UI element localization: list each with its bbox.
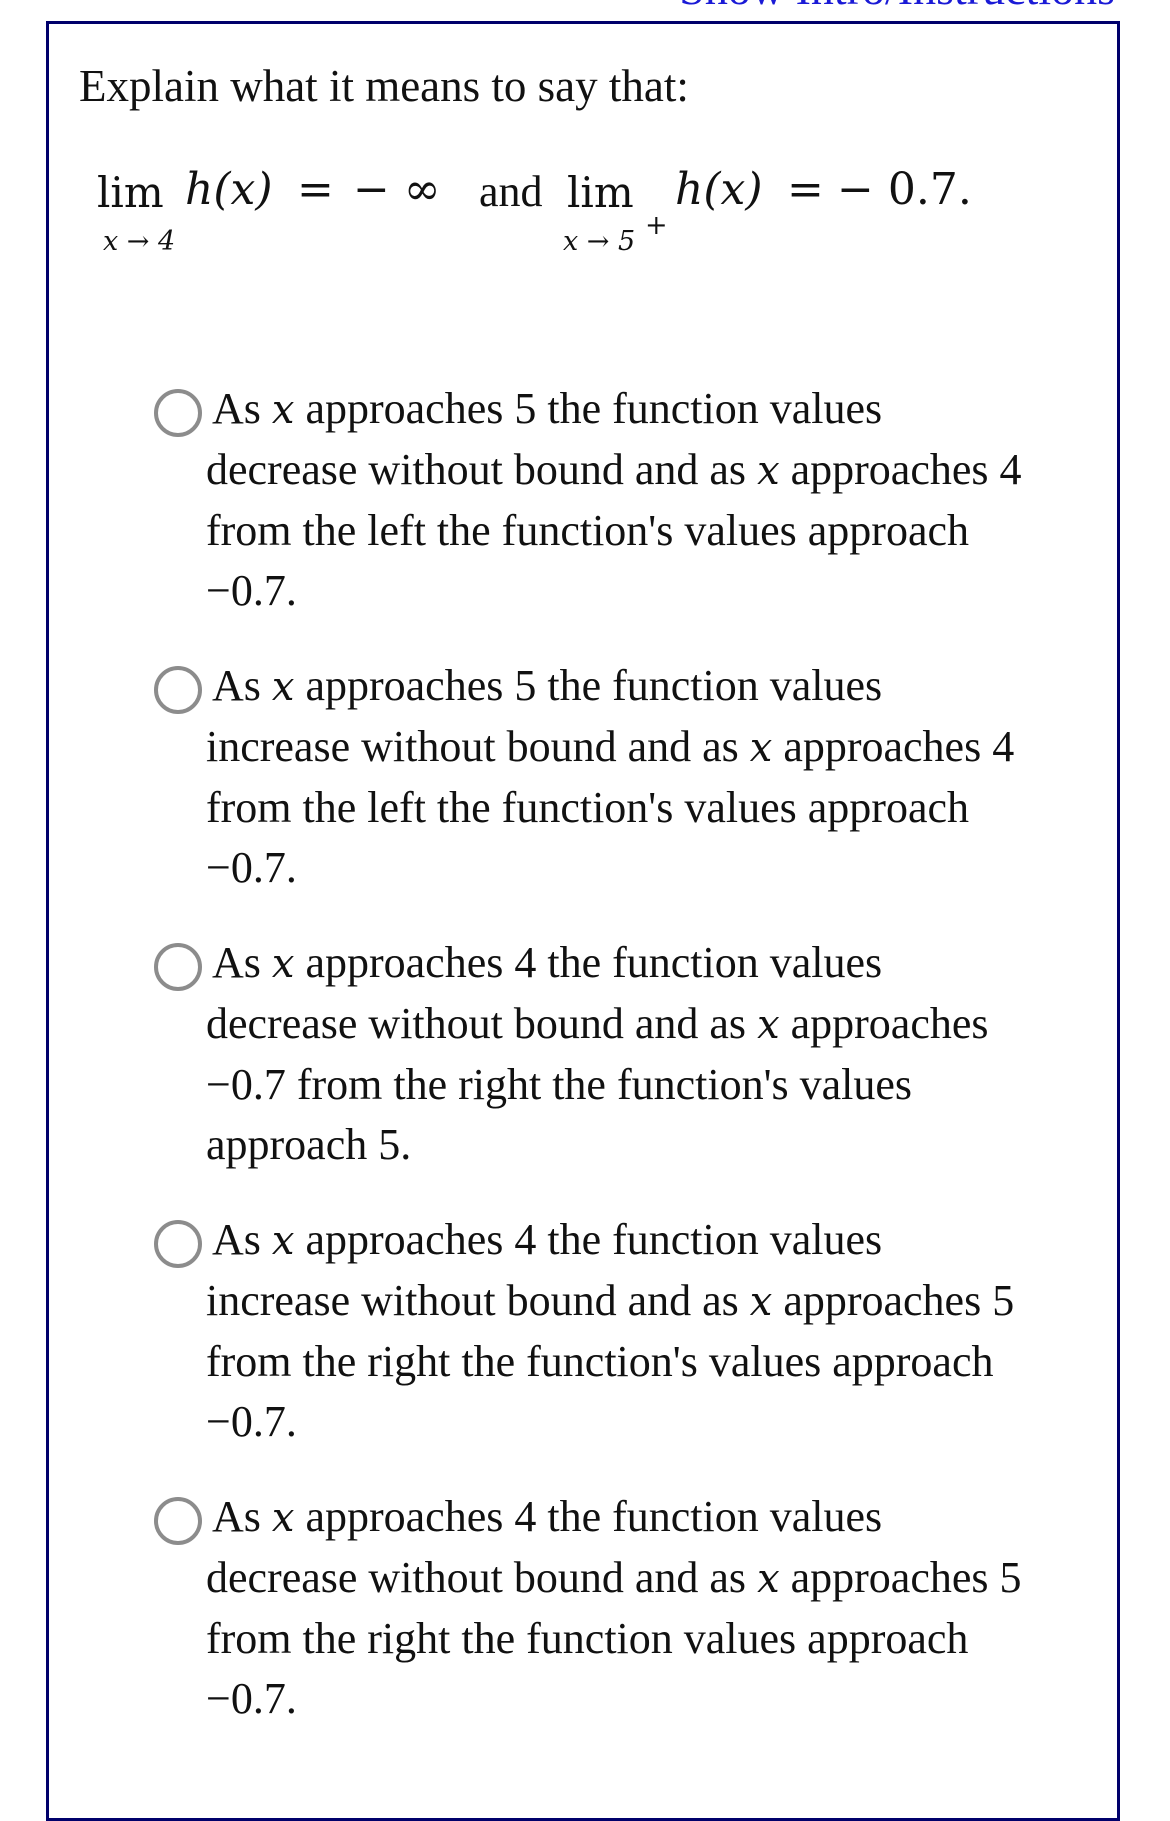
- option-line: from the right the function's values app…: [206, 1332, 1106, 1392]
- math-variable-x: x: [271, 664, 295, 710]
- option-text-segment: As: [212, 1492, 272, 1541]
- option-text-segment: from the right the function values appro…: [206, 1614, 969, 1663]
- radio-button[interactable]: [154, 1220, 202, 1268]
- option-text-segment: approaches 4 the function values: [294, 938, 883, 987]
- limit1-operator: lim: [97, 168, 164, 217]
- option-text-segment: approaches 5: [779, 1553, 1022, 1602]
- limit-statement: lim x → 4 h(x) = − ∞ and lim x → 5 + h(x…: [97, 164, 1097, 264]
- show-intro-instructions-link[interactable]: Show Intro/Instructions: [679, 0, 1115, 15]
- option-label: As x approaches 4 the function values inc…: [206, 1210, 1106, 1452]
- option-text-segment: −0.7.: [206, 1674, 297, 1723]
- option-text-segment: As: [212, 1215, 272, 1264]
- answer-options: As x approaches 5 the function values dec…: [154, 379, 1114, 1764]
- option-line: As x approaches 4 the function values: [206, 933, 1106, 994]
- answer-option-1[interactable]: As x approaches 5 the function values dec…: [154, 379, 1114, 656]
- radio-button[interactable]: [154, 389, 202, 437]
- option-text-segment: As: [212, 661, 272, 710]
- option-line: As x approaches 4 the function values: [206, 1210, 1106, 1271]
- limit2-function: h(x): [675, 164, 763, 215]
- option-line: −0.7.: [206, 1669, 1106, 1729]
- option-text-segment: decrease without bound and as: [206, 445, 758, 494]
- limit2-value: − 0.7.: [837, 164, 972, 215]
- option-text-segment: approach 5.: [206, 1120, 412, 1169]
- option-line: decrease without bound and as x approach…: [206, 1548, 1106, 1609]
- option-line: As x approaches 4 the function values: [206, 1487, 1106, 1548]
- option-text-segment: from the right the function's values app…: [206, 1337, 994, 1386]
- option-text-segment: approaches 5: [772, 1276, 1015, 1325]
- radio-button[interactable]: [154, 943, 202, 991]
- option-line: −0.7.: [206, 1392, 1106, 1452]
- option-text-segment: approaches 4: [779, 445, 1022, 494]
- option-label: As x approaches 4 the function values dec…: [206, 1487, 1106, 1729]
- conjunction-and: and: [479, 167, 543, 216]
- math-variable-x: x: [271, 387, 295, 433]
- option-line: from the left the function's values appr…: [206, 501, 1106, 561]
- option-line: decrease without bound and as x approach…: [206, 440, 1106, 501]
- option-line: increase without bound and as x approach…: [206, 1271, 1106, 1332]
- limit1-function: h(x): [185, 164, 273, 215]
- answer-option-4[interactable]: As x approaches 4 the function values inc…: [154, 1210, 1114, 1487]
- option-text-segment: increase without bound and as: [206, 722, 750, 771]
- radio-button[interactable]: [154, 666, 202, 714]
- option-text-segment: approaches 5 the function values: [294, 661, 883, 710]
- option-text-segment: decrease without bound and as: [206, 1553, 758, 1602]
- option-text-segment: −0.7 from the right the function's value…: [206, 1060, 913, 1109]
- option-text-segment: approaches 4: [772, 722, 1015, 771]
- option-line: from the right the function values appro…: [206, 1609, 1106, 1669]
- math-variable-x: x: [749, 1279, 773, 1325]
- option-text-segment: −0.7.: [206, 843, 297, 892]
- option-label: As x approaches 5 the function values inc…: [206, 656, 1106, 898]
- answer-option-5[interactable]: As x approaches 4 the function values dec…: [154, 1487, 1114, 1764]
- answer-option-2[interactable]: As x approaches 5 the function values inc…: [154, 656, 1114, 933]
- limit2-subscript-plus: +: [645, 210, 668, 241]
- option-line: −0.7.: [206, 561, 1106, 621]
- option-line: from the left the function's values appr…: [206, 778, 1106, 838]
- option-text-segment: As: [212, 384, 272, 433]
- option-text-segment: approaches 4 the function values: [294, 1492, 883, 1541]
- option-text-segment: from the left the function's values appr…: [206, 506, 969, 555]
- limit1-subscript: x → 4: [103, 226, 176, 257]
- option-text-segment: −0.7.: [206, 566, 297, 615]
- option-text-segment: from the left the function's values appr…: [206, 783, 969, 832]
- option-text-segment: approaches 4 the function values: [294, 1215, 883, 1264]
- option-text-segment: approaches: [779, 999, 989, 1048]
- option-label: As x approaches 4 the function values dec…: [206, 933, 1106, 1175]
- option-line: As x approaches 5 the function values: [206, 656, 1106, 717]
- limit1-equals: =: [297, 164, 334, 215]
- option-text-segment: approaches 5 the function values: [294, 384, 883, 433]
- limit2-operator: lim: [567, 168, 634, 217]
- option-line: approach 5.: [206, 1115, 1106, 1175]
- limit2-subscript: x → 5: [563, 226, 636, 257]
- math-variable-x: x: [271, 941, 295, 987]
- option-line: −0.7.: [206, 838, 1106, 898]
- question-box: Explain what it means to say that: lim x…: [46, 21, 1120, 1821]
- answer-option-3[interactable]: As x approaches 4 the function values dec…: [154, 933, 1114, 1210]
- option-text-segment: increase without bound and as: [206, 1276, 750, 1325]
- option-text-segment: −0.7.: [206, 1397, 297, 1446]
- option-line: −0.7 from the right the function's value…: [206, 1055, 1106, 1115]
- math-variable-x: x: [757, 1002, 780, 1048]
- radio-button[interactable]: [154, 1497, 202, 1545]
- option-line: increase without bound and as x approach…: [206, 717, 1106, 778]
- limit1-value: − ∞: [353, 164, 441, 215]
- option-line: As x approaches 5 the function values: [206, 379, 1106, 440]
- math-variable-x: x: [757, 448, 780, 494]
- math-variable-x: x: [271, 1495, 295, 1541]
- question-prompt: Explain what it means to say that:: [79, 61, 689, 111]
- math-variable-x: x: [749, 725, 773, 771]
- option-text-segment: As: [212, 938, 272, 987]
- option-label: As x approaches 5 the function values dec…: [206, 379, 1106, 621]
- math-variable-x: x: [757, 1556, 780, 1602]
- option-line: decrease without bound and as x approach…: [206, 994, 1106, 1055]
- limit2-equals: =: [787, 164, 824, 215]
- math-variable-x: x: [271, 1218, 295, 1264]
- option-text-segment: decrease without bound and as: [206, 999, 758, 1048]
